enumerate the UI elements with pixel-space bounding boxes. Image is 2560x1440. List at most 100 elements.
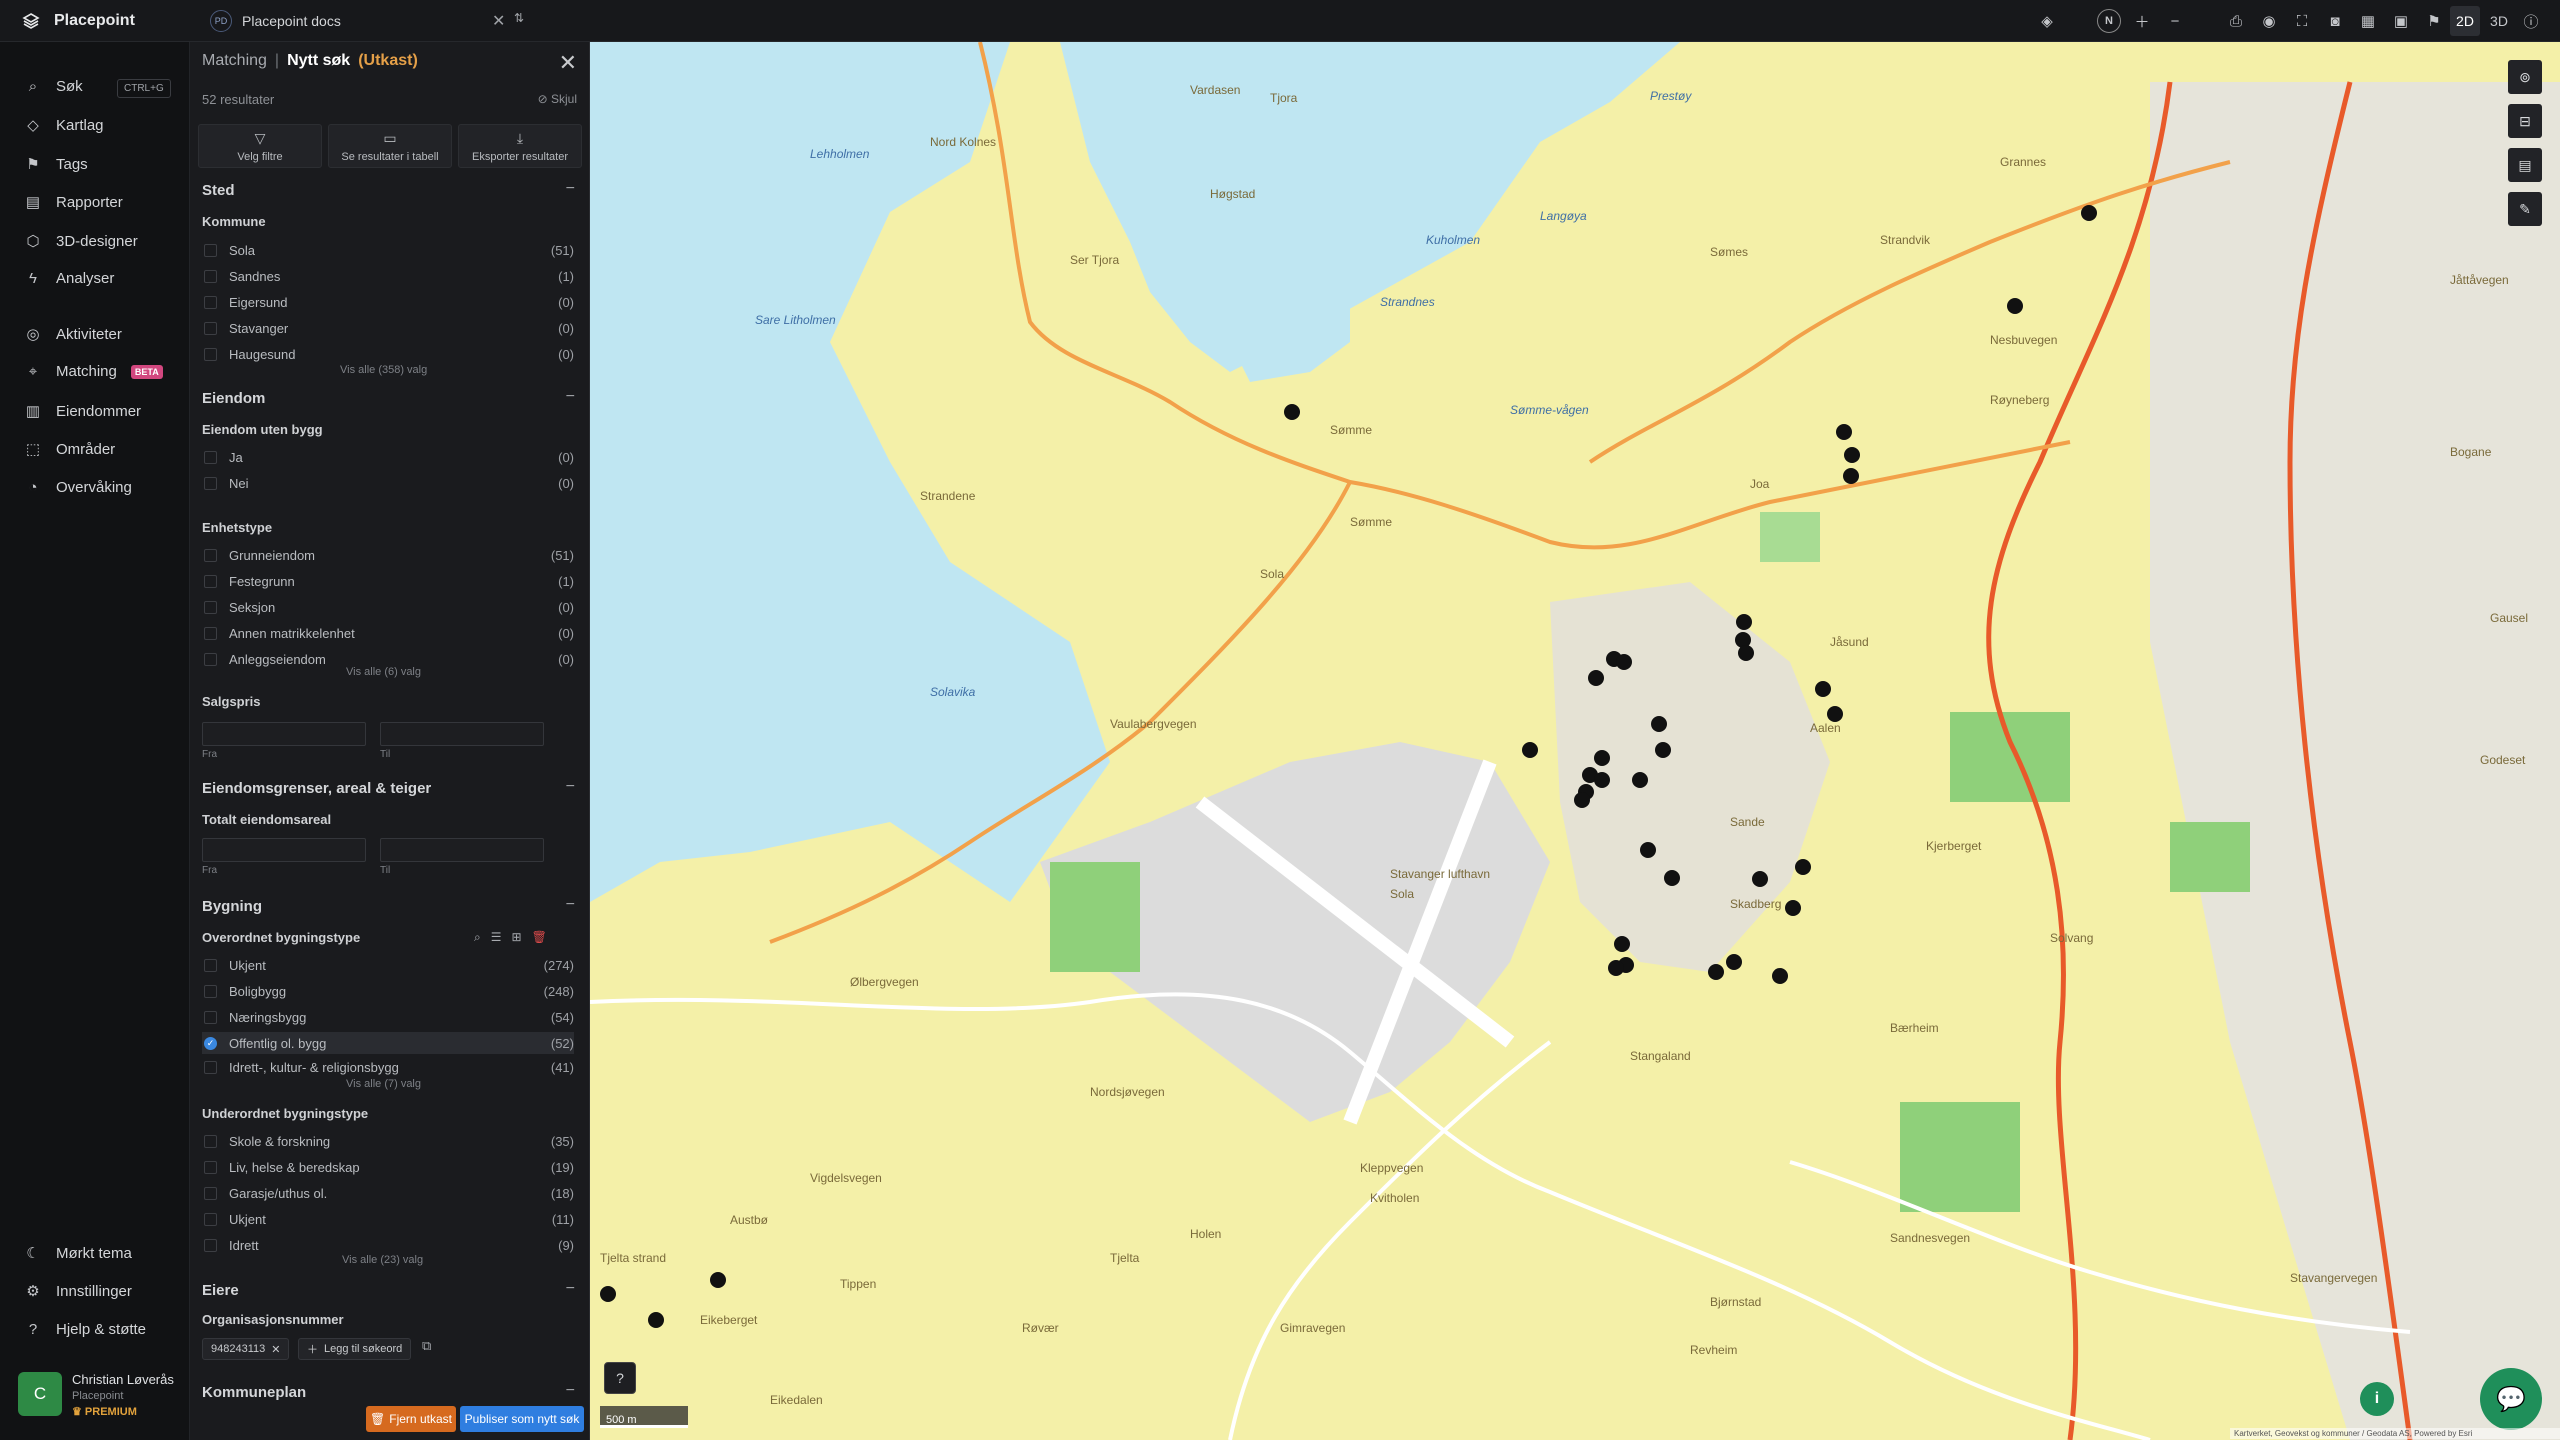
show-all-link[interactable]: Vis alle (23) valg xyxy=(342,1254,423,1266)
nav-item-overvaking[interactable]: ◔ Overvåking xyxy=(24,479,184,496)
filter-option-selected[interactable]: ✓ Offentlig ol. bygg (52) xyxy=(202,1032,574,1054)
checkbox[interactable] xyxy=(204,958,217,972)
filter-option[interactable]: Haugesund (0) xyxy=(202,343,574,365)
mode-2d-button[interactable]: 2D xyxy=(2450,6,2480,36)
show-all-link[interactable]: Vis alle (6) valg xyxy=(346,666,421,678)
nav-item-omrader[interactable]: ⬚ Områder xyxy=(24,440,184,459)
grid-icon[interactable]: ▦ xyxy=(2355,8,2381,34)
checkbox-checked[interactable]: ✓ xyxy=(204,1036,217,1050)
nav-item-matching[interactable]: ⌖ Matching BETA xyxy=(24,363,184,380)
checkbox[interactable] xyxy=(204,1010,217,1024)
fullscreen-icon[interactable]: ⛶ xyxy=(2289,8,2315,34)
filter-option[interactable]: Garasje/uthus ol. (18) xyxy=(202,1182,574,1204)
hide-toggle[interactable]: ⊘ Skjul xyxy=(538,92,577,106)
collapse-icon[interactable]: − xyxy=(566,896,575,914)
info-icon[interactable]: ⓘ xyxy=(2518,8,2544,34)
checkbox[interactable] xyxy=(204,450,217,464)
map-help-button[interactable]: ? xyxy=(604,1362,636,1394)
nav-item-kartlag[interactable]: ◇ Kartlag xyxy=(24,116,184,135)
chat-button[interactable]: 💬 xyxy=(2480,1368,2542,1430)
bookmark-icon[interactable]: ⚑ xyxy=(2421,8,2447,34)
zoom-in-icon[interactable]: ＋ xyxy=(2129,8,2155,34)
nav-item-settings[interactable]: ⚙ Innstillinger xyxy=(24,1282,184,1301)
nav-item-aktiviteter[interactable]: ◎ Aktiviteter xyxy=(24,325,184,344)
nav-item-eiendommer[interactable]: ▥ Eiendommer xyxy=(24,402,184,421)
collapse-icon[interactable]: − xyxy=(566,388,575,406)
filter-option[interactable]: Seksjon (0) xyxy=(202,596,574,618)
map-info-button[interactable]: i xyxy=(2360,1382,2394,1416)
checkbox[interactable] xyxy=(204,321,217,335)
close-icon[interactable]: ✕ xyxy=(559,50,577,76)
zoom-out-icon[interactable]: − xyxy=(2162,8,2188,34)
nav-item-rapporter[interactable]: ▤ Rapporter xyxy=(24,193,184,212)
checkbox[interactable] xyxy=(204,600,217,614)
add-search-term-button[interactable]: ＋ Legg til søkeord xyxy=(298,1338,412,1360)
map-draw-tool[interactable]: ✎ xyxy=(2508,192,2542,226)
filter-option[interactable]: Grunneiendom (51) xyxy=(202,544,574,566)
filter-option[interactable]: Festegrunn (1) xyxy=(202,570,574,592)
eye-icon[interactable]: ◉ xyxy=(2256,8,2282,34)
search-icon[interactable]: ⌕ xyxy=(474,930,481,945)
nav-item-dark-theme[interactable]: ☾ Mørkt tema xyxy=(24,1244,184,1263)
filter-option[interactable]: Skole & forskning (35) xyxy=(202,1130,574,1152)
checkbox[interactable] xyxy=(204,1160,217,1174)
area-from-input[interactable] xyxy=(202,838,366,862)
checkbox[interactable] xyxy=(204,1060,217,1074)
breadcrumb-parent[interactable]: Matching xyxy=(202,52,267,70)
filter-option[interactable]: Idrett (9) xyxy=(202,1234,574,1256)
north-compass[interactable]: N xyxy=(2097,9,2121,33)
checkbox[interactable] xyxy=(204,652,217,666)
show-all-link[interactable]: Vis alle (7) valg xyxy=(346,1078,421,1090)
close-icon[interactable]: ✕ xyxy=(492,11,505,31)
user-profile[interactable]: C Christian Løverås Placepoint ♛ PREMIUM xyxy=(18,1372,174,1418)
chevron-updown-icon[interactable]: ⇅ xyxy=(514,11,524,25)
checkbox[interactable] xyxy=(204,347,217,361)
select-filters-button[interactable]: ▽ Velg filtre xyxy=(198,124,322,168)
filter-option[interactable]: Eigersund (0) xyxy=(202,291,574,313)
collapse-icon[interactable]: − xyxy=(566,1382,575,1400)
publish-search-button[interactable]: Publiser som nytt søk xyxy=(460,1406,584,1432)
nav-item-3d-designer[interactable]: ⬡ 3D-designer xyxy=(24,232,184,251)
filter-option[interactable]: Boligbygg (248) xyxy=(202,980,574,1002)
widgets-icon[interactable]: ▣ xyxy=(2388,8,2414,34)
show-table-button[interactable]: ▭ Se resultater i tabell xyxy=(328,124,452,168)
checkbox[interactable] xyxy=(204,476,217,490)
checkbox[interactable] xyxy=(204,1134,217,1148)
filter-option[interactable]: Sola (51) xyxy=(202,239,574,261)
map-chart-tool[interactable]: ▤ xyxy=(2508,148,2542,182)
collapse-icon[interactable]: − xyxy=(566,180,575,198)
nav-item-tags[interactable]: ⚑ Tags xyxy=(24,155,184,174)
checkbox[interactable] xyxy=(204,243,217,257)
collapse-icon[interactable]: − xyxy=(566,778,575,796)
remove-draft-button[interactable]: 🗑 Fjern utkast xyxy=(366,1406,456,1432)
filter-option[interactable]: Annen matrikkelenhet (0) xyxy=(202,622,574,644)
close-icon[interactable]: ✕ xyxy=(271,1343,280,1356)
checkbox[interactable] xyxy=(204,548,217,562)
export-results-button[interactable]: ⤓ Eksporter resultater xyxy=(458,124,582,168)
checkbox[interactable] xyxy=(204,626,217,640)
checkbox[interactable] xyxy=(204,269,217,283)
filter-option[interactable]: Liv, helse & beredskap (19) xyxy=(202,1156,574,1178)
nav-item-help[interactable]: ? Hjelp & støtte xyxy=(24,1321,184,1338)
filter-option[interactable]: Nei (0) xyxy=(202,472,574,494)
mode-3d-button[interactable]: 3D xyxy=(2484,6,2514,36)
filter-option[interactable]: Ukjent (274) xyxy=(202,954,574,976)
checkbox[interactable] xyxy=(204,1212,217,1226)
filter-option[interactable]: Sandnes (1) xyxy=(202,265,574,287)
stack-icon[interactable]: ◈ xyxy=(2034,8,2060,34)
filter-option[interactable]: Næringsbygg (54) xyxy=(202,1006,574,1028)
map-measure-tool[interactable]: ⊟ xyxy=(2508,104,2542,138)
camera-icon[interactable]: ◙ xyxy=(2322,8,2348,34)
search-term-chip[interactable]: 948243113 ✕ xyxy=(202,1338,290,1360)
checkbox[interactable] xyxy=(204,295,217,309)
filter-option[interactable]: Ja (0) xyxy=(202,446,574,468)
collapse-icon[interactable]: − xyxy=(566,1280,575,1298)
list-icon[interactable]: ☰ xyxy=(491,930,502,945)
map-canvas[interactable]: Vardasen Tjora Prestøy Lehholmen Nord Ko… xyxy=(590,42,2560,1440)
checkbox[interactable] xyxy=(204,1186,217,1200)
filter-option[interactable]: Ukjent (11) xyxy=(202,1208,574,1230)
checkbox[interactable] xyxy=(204,574,217,588)
nav-item-analyser[interactable]: ϟ Analyser xyxy=(24,270,184,287)
app-brand[interactable]: Placepoint xyxy=(22,0,135,42)
filter-option[interactable]: Idrett-, kultur- & religionsbygg (41) xyxy=(202,1058,574,1076)
